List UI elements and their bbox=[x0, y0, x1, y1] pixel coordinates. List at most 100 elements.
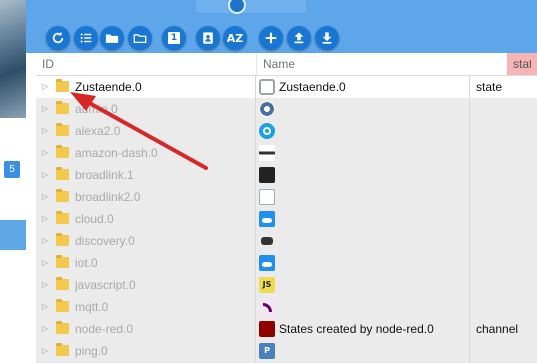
expand-arrow-icon[interactable]: ▷ bbox=[40, 164, 50, 186]
filter-row bbox=[36, 53, 537, 76]
name-cell: States created by node-red.0 bbox=[256, 318, 470, 340]
folder-icon bbox=[56, 255, 69, 268]
download-icon bbox=[322, 32, 332, 44]
name-cell bbox=[256, 142, 470, 164]
expand-arrow-icon[interactable]: ▷ bbox=[40, 340, 50, 362]
id-cell: ▷ broadlink2.0 bbox=[36, 186, 256, 208]
object-id: alexa2.0 bbox=[75, 124, 121, 138]
dialog-tab[interactable] bbox=[196, 0, 306, 14]
object-type: channel bbox=[476, 322, 519, 336]
id-cell: ▷ Zustaende.0 bbox=[36, 76, 256, 98]
table-row[interactable]: ▷ iot.0 bbox=[36, 252, 537, 275]
id-cell: ▷ cloud.0 bbox=[36, 208, 256, 230]
object-id: javascript.0 bbox=[75, 278, 136, 292]
table-row[interactable]: ▷ node-red.0 States created by node-red.0 c… bbox=[36, 318, 537, 341]
sort-az-button[interactable]: AZ bbox=[223, 26, 247, 50]
id-filter-input[interactable] bbox=[36, 53, 256, 75]
expand-arrow-icon[interactable]: ▷ bbox=[40, 274, 50, 296]
add-button[interactable] bbox=[259, 26, 283, 50]
cloud-icon bbox=[259, 255, 275, 271]
name-filter-input[interactable] bbox=[257, 53, 507, 75]
folder-icon bbox=[56, 343, 69, 356]
folder-icon bbox=[56, 101, 69, 114]
folder-outline-button[interactable] bbox=[128, 26, 152, 50]
expand-arrow-icon[interactable]: ▷ bbox=[40, 98, 50, 120]
list-view-button[interactable] bbox=[74, 26, 98, 50]
folder-filled-button[interactable] bbox=[100, 26, 124, 50]
plus-icon bbox=[265, 32, 277, 44]
one-icon: 1 bbox=[168, 32, 180, 44]
table-row[interactable]: ▷ alexa2.0 bbox=[36, 120, 537, 143]
table-row[interactable]: ▷ amazon-dash.0 bbox=[36, 142, 537, 165]
table-row[interactable]: ▷ mqtt.0 bbox=[36, 296, 537, 319]
name-cell bbox=[256, 208, 470, 230]
expand-arrow-icon[interactable]: ▷ bbox=[40, 142, 50, 164]
background-band bbox=[0, 220, 26, 250]
id-cell: ▷ amazon-dash.0 bbox=[36, 142, 256, 164]
id-cell: ▷ discovery.0 bbox=[36, 230, 256, 252]
type-filter-input[interactable] bbox=[507, 53, 537, 75]
type-cell bbox=[470, 98, 537, 120]
id-cell: ▷ node-red.0 bbox=[36, 318, 256, 340]
id-cell: ▷ alexa2.0 bbox=[36, 120, 256, 142]
cloud-icon bbox=[259, 211, 275, 227]
broadlink-icon bbox=[259, 167, 275, 183]
expand-arrow-icon[interactable]: ▷ bbox=[40, 208, 50, 230]
object-id: node-red.0 bbox=[75, 322, 134, 336]
table-row[interactable]: ▷ cloud.0 bbox=[36, 208, 537, 231]
expand-arrow-icon[interactable]: ▷ bbox=[40, 252, 50, 274]
sort-az-icon: AZ bbox=[226, 31, 244, 45]
contact-icon bbox=[203, 32, 213, 44]
name-cell bbox=[256, 98, 470, 120]
table-row[interactable]: ▷ admin.0 bbox=[36, 98, 537, 121]
object-id: Zustaende.0 bbox=[75, 80, 142, 94]
id-cell: ▷ admin.0 bbox=[36, 98, 256, 120]
object-name: States created by node-red.0 bbox=[279, 322, 434, 336]
download-button[interactable] bbox=[315, 26, 339, 50]
folder-icon bbox=[56, 277, 69, 290]
folder-icon bbox=[56, 145, 69, 158]
name-cell: P bbox=[256, 340, 470, 362]
number-one-button[interactable]: 1 bbox=[162, 26, 186, 50]
table-row[interactable]: ▷ ping.0 P bbox=[36, 340, 537, 363]
expand-arrow-icon[interactable]: ▷ bbox=[40, 230, 50, 252]
count-badge: 5 bbox=[4, 161, 20, 178]
expand-arrow-icon[interactable]: ▷ bbox=[40, 76, 50, 98]
expand-arrow-icon[interactable]: ▷ bbox=[40, 120, 50, 142]
folder-icon bbox=[56, 233, 69, 246]
object-type: state bbox=[476, 80, 503, 94]
table-row[interactable]: ▷ broadlink.1 bbox=[36, 164, 537, 187]
settings-circle-icon bbox=[259, 79, 275, 95]
contacts-button[interactable] bbox=[196, 26, 220, 50]
name-cell bbox=[256, 296, 470, 318]
object-id: ping.0 bbox=[75, 344, 108, 358]
type-cell bbox=[470, 252, 537, 274]
table-row[interactable]: ▷ broadlink2.0 bbox=[36, 186, 537, 209]
name-cell bbox=[256, 164, 470, 186]
type-cell: state bbox=[470, 76, 537, 98]
upload-button[interactable] bbox=[287, 26, 311, 50]
type-cell: channel bbox=[470, 318, 537, 340]
table-row[interactable]: ▷ Zustaende.0 Zustaende.0 state bbox=[36, 76, 537, 99]
name-cell bbox=[256, 120, 470, 142]
upload-icon bbox=[294, 32, 304, 44]
type-cell bbox=[470, 230, 537, 252]
folder-icon bbox=[56, 211, 69, 224]
mqtt-icon bbox=[259, 299, 275, 315]
object-id: discovery.0 bbox=[75, 234, 135, 248]
id-cell: ▷ mqtt.0 bbox=[36, 296, 256, 318]
type-cell bbox=[470, 208, 537, 230]
expand-arrow-icon[interactable]: ▷ bbox=[40, 318, 50, 340]
name-cell: Zustaende.0 bbox=[256, 76, 470, 98]
expand-arrow-icon[interactable]: ▷ bbox=[40, 186, 50, 208]
id-cell: ▷ javascript.0 bbox=[36, 274, 256, 296]
gear-icon bbox=[259, 101, 275, 117]
expand-arrow-icon[interactable]: ▷ bbox=[40, 296, 50, 318]
type-cell bbox=[470, 186, 537, 208]
table-row[interactable]: ▷ javascript.0 JS bbox=[36, 274, 537, 297]
table-row[interactable]: ▷ discovery.0 bbox=[36, 230, 537, 253]
folder-icon bbox=[56, 167, 69, 180]
refresh-button[interactable] bbox=[46, 26, 70, 50]
folder-icon bbox=[56, 123, 69, 136]
id-cell: ▷ iot.0 bbox=[36, 252, 256, 274]
